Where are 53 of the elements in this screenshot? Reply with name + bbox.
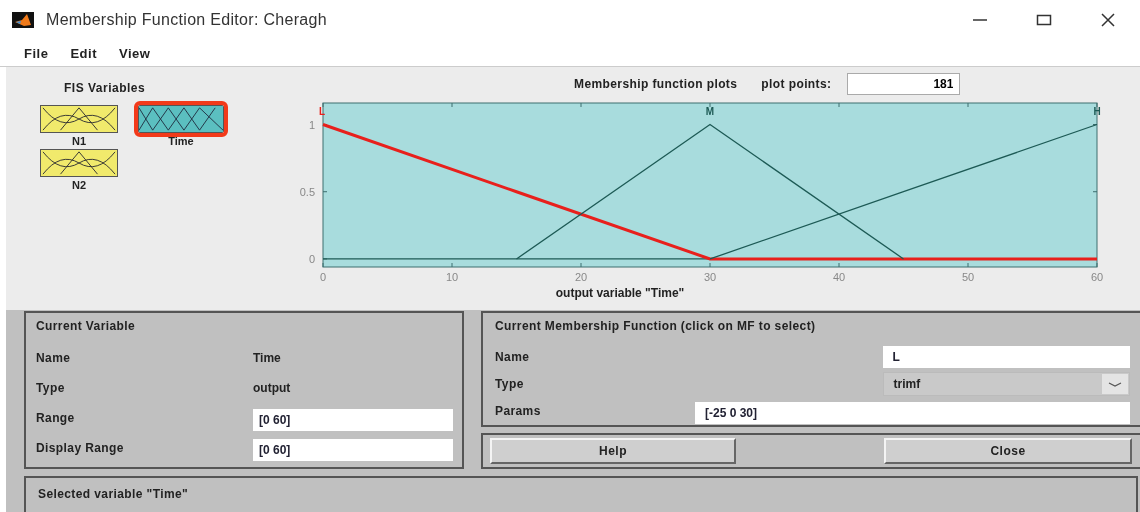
help-button[interactable]: Help [490,438,736,464]
field-label: Name [495,348,531,366]
y-tick-label: 1 [308,118,315,131]
window-title: Membership Function Editor: Cheragh [46,11,327,29]
input-field[interactable]: [0 60] [253,409,453,431]
field-label: plot points: [761,77,832,91]
curve-label: H [1093,105,1101,117]
variable-block[interactable] [40,149,118,177]
variable-label: N1 [71,135,87,147]
x-tick-label: 10 [445,271,459,283]
field-label: Display Range [36,440,125,457]
input-field[interactable]: [-25 0 30] [695,401,1130,424]
field-label: Name [36,350,72,367]
menu-item[interactable]: View [118,45,151,61]
panel-title: Current Membership Function (click on MF to select) [495,319,817,335]
field-value: Time [253,350,282,367]
close-dialog-button[interactable]: Close [884,438,1132,464]
variable-label: Time [168,135,194,147]
variable-label: N2 [71,179,87,191]
triangle-curve[interactable] [515,123,905,260]
close-icon[interactable] [1100,12,1116,28]
x-tick-label: 20 [574,271,588,283]
x-tick-label: 50 [961,271,975,283]
input-field[interactable]: [0 60] [253,439,453,461]
x-axis-label: output variable "Time" [555,286,685,300]
x-tick-label: 0 [319,271,327,283]
field-label: Type [495,375,525,393]
variable-block[interactable] [40,105,118,133]
x-tick-label: 30 [703,271,717,283]
y-tick-label: 0 [308,252,315,265]
field-label: Range [36,410,76,427]
menu-item[interactable]: Edit [70,45,97,61]
menu-item[interactable]: File [24,45,49,61]
plot-points-field[interactable]: 181 [847,73,961,95]
maximize-icon[interactable] [1036,12,1052,28]
falling-curve[interactable] [322,123,1097,261]
curve-label: M [705,105,715,117]
chevron-icon [1102,373,1128,394]
section-title: FIS Variables [64,81,147,95]
app-icon [12,12,34,28]
field-value: output [253,380,292,397]
rising-curve[interactable] [709,123,1098,260]
curve-label: L [318,105,325,117]
status-text: Selected variable "Time" [38,487,189,501]
field-label: Type [36,380,66,397]
field-label: Params [495,402,542,420]
type-dropdown[interactable]: trimf [882,371,1130,396]
panel-title: Current Variable [36,319,137,335]
x-tick-label: 60 [1090,271,1104,283]
x-tick-label: 40 [832,271,846,283]
y-tick-label: 0.5 [299,185,315,198]
plot-title: Membership function plots [574,77,738,91]
input-field[interactable]: L [882,345,1130,368]
